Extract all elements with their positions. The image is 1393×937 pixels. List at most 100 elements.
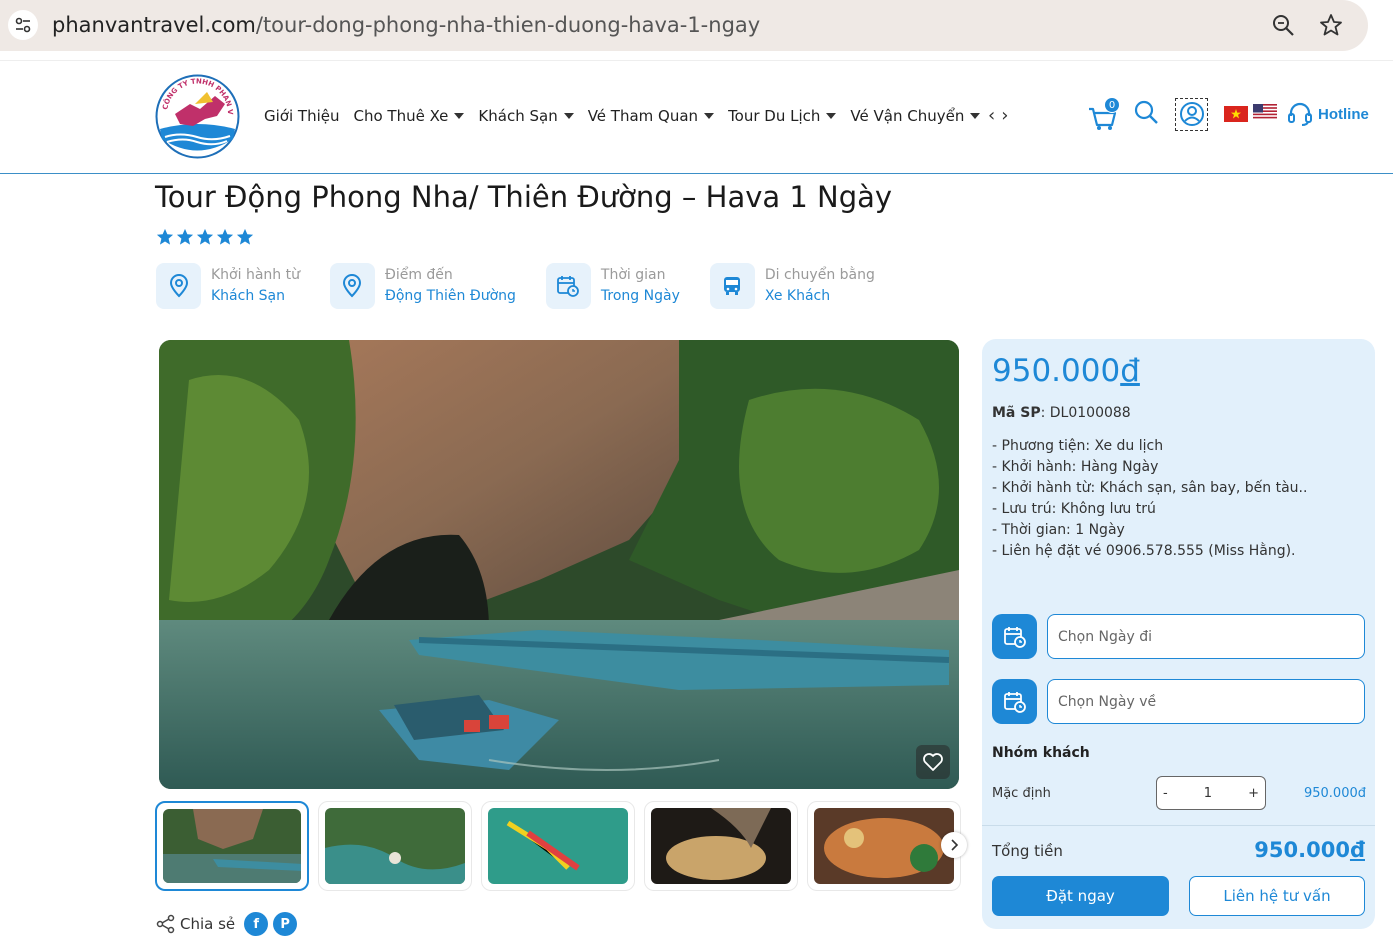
- sku-label: Mã SP: [992, 405, 1041, 421]
- url-path: /tour-dong-phong-nha-thien-duong-hava-1-…: [255, 13, 761, 37]
- guest-group-row: Mặc định - 1 + 950.000đ: [992, 775, 1366, 811]
- nav-item-4[interactable]: Tour Du Lịch: [728, 107, 837, 125]
- detail-line: - Liên hệ đặt vé 0906.578.555 (Miss Hằng…: [992, 543, 1296, 559]
- thumbnail-4[interactable]: [644, 801, 798, 891]
- info-label: Điểm đến: [384, 267, 453, 283]
- thumbnail-next-button[interactable]: [941, 832, 967, 858]
- caret-down-icon: [970, 113, 981, 119]
- nav-item-label: Vé Vận Chuyển: [850, 107, 965, 125]
- header-actions: 0 Hotline: [1087, 97, 1369, 131]
- chevron-right-icon: [951, 839, 959, 851]
- address-bar[interactable]: phanvantravel.com/tour-dong-phong-nha-th…: [0, 0, 1368, 51]
- thumbnail-3[interactable]: [481, 801, 635, 891]
- nav-item-3[interactable]: Vé Tham Quan: [587, 107, 715, 125]
- nav-item-2[interactable]: Khách Sạn: [478, 107, 574, 125]
- thumbnail-1[interactable]: [155, 801, 309, 891]
- thumbnail-5[interactable]: [807, 801, 961, 891]
- hotline-button[interactable]: Hotline: [1287, 101, 1369, 127]
- cart-button[interactable]: 0: [1087, 97, 1120, 131]
- rating-stars: [156, 228, 254, 246]
- nav-item-1[interactable]: Cho Thuê Xe: [353, 107, 465, 125]
- decrease-button[interactable]: -: [1163, 786, 1168, 801]
- bookmark-star-icon[interactable]: [1318, 12, 1344, 38]
- total-label: Tổng tiền: [992, 842, 1063, 860]
- departure-date-input[interactable]: [1047, 614, 1365, 659]
- url-host: phanvantravel.com: [52, 13, 256, 37]
- user-icon: [1179, 102, 1204, 126]
- increase-button[interactable]: +: [1248, 786, 1259, 801]
- account-button[interactable]: [1175, 97, 1208, 131]
- booking-panel: 950.000đ Mã SP: DL0100088 - Phương tiện:…: [982, 339, 1375, 929]
- return-calendar-button[interactable]: [992, 679, 1037, 724]
- info-value: Động Thiên Đường: [384, 288, 516, 304]
- nav-item-0[interactable]: Giới Thiệu: [264, 107, 339, 125]
- price-currency: đ: [1120, 353, 1140, 389]
- info-text: Di chuyển bằng Xe Khách: [765, 265, 875, 307]
- zoom-icon[interactable]: [1270, 12, 1296, 38]
- info-value: Khách Sạn: [211, 288, 285, 304]
- info-text: Thời gian Trong Ngày: [601, 265, 680, 307]
- quantity-stepper: - 1 +: [1156, 776, 1266, 810]
- price-value: 950.000: [992, 353, 1121, 389]
- divider: [982, 825, 1375, 826]
- detail-line: - Thời gian: 1 Ngày: [992, 522, 1125, 538]
- star-icon: [176, 228, 194, 245]
- site-info-icon[interactable]: [8, 10, 38, 40]
- detail-line: - Lưu trú: Không lưu trú: [992, 501, 1156, 517]
- thumbnail-image: [163, 809, 301, 883]
- detail-line: - Khởi hành: Hàng Ngày: [992, 459, 1159, 475]
- url-text[interactable]: phanvantravel.com/tour-dong-phong-nha-th…: [52, 13, 760, 37]
- nav-item-5[interactable]: Vé Vận Chuyển: [850, 107, 981, 125]
- browser-bar: phanvantravel.com/tour-dong-phong-nha-th…: [0, 0, 1393, 61]
- chevron-left-icon[interactable]: ‹: [988, 105, 1001, 126]
- nav-item-label: Cho Thuê Xe: [353, 107, 449, 125]
- contact-advice-button[interactable]: Liên hệ tư vấn: [1189, 876, 1365, 916]
- favorite-button[interactable]: [916, 745, 950, 779]
- us-flag-icon[interactable]: [1253, 104, 1277, 124]
- caret-down-icon: [454, 113, 465, 119]
- book-now-button[interactable]: Đặt ngay: [992, 876, 1169, 916]
- vietnamese-flag-icon[interactable]: [1224, 106, 1248, 122]
- star-icon: [236, 228, 254, 245]
- location-pin-icon: [156, 263, 201, 309]
- info-label: Thời gian: [600, 267, 666, 283]
- total-amount: 950.000: [1254, 838, 1350, 862]
- info-value: Trong Ngày: [600, 288, 680, 304]
- chevron-right-icon[interactable]: ›: [1001, 105, 1014, 126]
- page-title: Tour Động Phong Nha/ Thiên Đường – Hava …: [155, 180, 893, 214]
- info-block-2: Thời gian Trong Ngày: [545, 263, 680, 309]
- star-icon: [216, 228, 234, 245]
- tour-info-row: Khởi hành từ Khách Sạn Điểm đến Động Thiên …: [156, 263, 905, 309]
- share-label: Chia sẻ: [180, 915, 236, 933]
- headset-icon: [1288, 102, 1312, 126]
- search-icon[interactable]: [1133, 99, 1159, 129]
- tour-details-list: - Phương tiện: Xe du lịch - Khởi hành: Hà…: [992, 436, 1307, 562]
- nav-item-label: Khách Sạn: [478, 107, 558, 125]
- product-sku: Mã SP: DL0100088: [992, 405, 1131, 421]
- sku-value: : DL0100088: [1040, 405, 1131, 421]
- return-date-input[interactable]: [1047, 679, 1365, 724]
- calendar-clock-icon: [545, 263, 591, 309]
- nav-scroll-arrows[interactable]: ‹›: [988, 105, 1014, 126]
- caret-down-icon: [563, 113, 574, 119]
- calendar-clock-icon: [1003, 626, 1026, 648]
- thumbnail-image: [651, 808, 791, 884]
- facebook-icon[interactable]: f: [244, 912, 269, 936]
- quantity-value[interactable]: 1: [1204, 786, 1212, 801]
- star-icon: [156, 228, 174, 245]
- caret-down-icon: [704, 113, 715, 119]
- nav-item-label: Vé Tham Quan: [587, 107, 699, 125]
- main-tour-image[interactable]: [159, 340, 959, 789]
- pinterest-icon[interactable]: P: [273, 912, 298, 936]
- company-logo[interactable]: CÔNG TY TNHH PHAN VÂN: [152, 67, 240, 159]
- main-nav: Giới Thiệu Cho Thuê Xe Khách Sạn Vé Tham Qu…: [264, 107, 994, 125]
- return-date-row: [992, 679, 1365, 724]
- location-pin-icon: [329, 263, 375, 309]
- cart-count-badge: 0: [1104, 97, 1120, 113]
- detail-line: - Khởi hành từ: Khách sạn, sân bay, bến …: [992, 480, 1308, 496]
- thumbnail-2[interactable]: [318, 801, 472, 891]
- group-price: 950.000đ: [1303, 785, 1366, 801]
- info-label: Khởi hành từ: [211, 267, 300, 283]
- departure-calendar-button[interactable]: [992, 614, 1037, 659]
- info-value: Xe Khách: [764, 288, 831, 304]
